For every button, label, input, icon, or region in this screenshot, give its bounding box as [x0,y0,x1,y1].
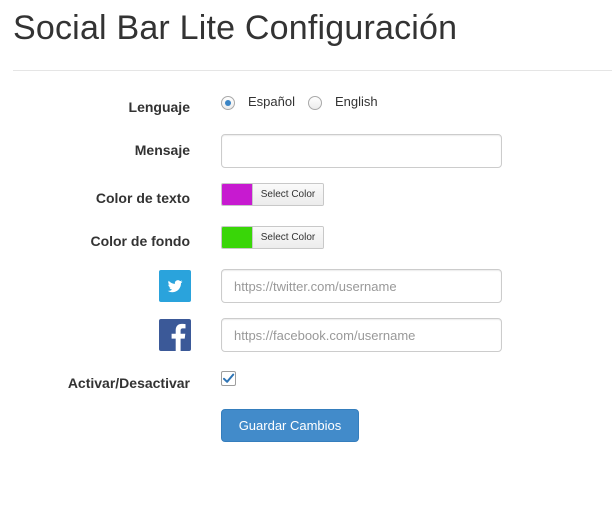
twitter-url-input[interactable] [221,269,502,303]
twitter-icon [159,270,191,302]
config-page: Social Bar Lite Configuración Lenguaje E… [0,0,612,519]
save-changes-button[interactable]: Guardar Cambios [221,409,359,442]
background-color-picker[interactable]: Select Color [221,226,324,249]
activate-checkbox[interactable] [221,371,236,386]
background-color-label: Color de fondo [90,233,190,249]
text-color-picker[interactable]: Select Color [221,183,324,206]
language-radio-group: Español English [221,94,391,112]
background-color-select-button[interactable]: Select Color [253,227,323,248]
text-color-swatch[interactable] [222,184,253,205]
language-label: Lenguaje [128,99,190,115]
message-input[interactable] [221,134,502,168]
background-color-swatch[interactable] [222,227,253,248]
language-radio-espanol[interactable] [221,96,235,110]
text-color-select-button[interactable]: Select Color [253,184,323,205]
message-label: Mensaje [134,142,190,158]
language-option-espanol-label: Español [248,93,295,109]
language-option-english-label: English [334,93,378,109]
text-color-label: Color de texto [95,190,190,206]
facebook-url-input[interactable] [221,318,502,352]
page-title: Social Bar Lite Configuración [13,9,458,47]
toggle-label: Activar/Desactivar [67,375,190,391]
facebook-icon [159,319,191,351]
checkmark-icon [223,373,235,383]
title-divider [13,70,612,71]
language-radio-english[interactable] [307,96,322,110]
